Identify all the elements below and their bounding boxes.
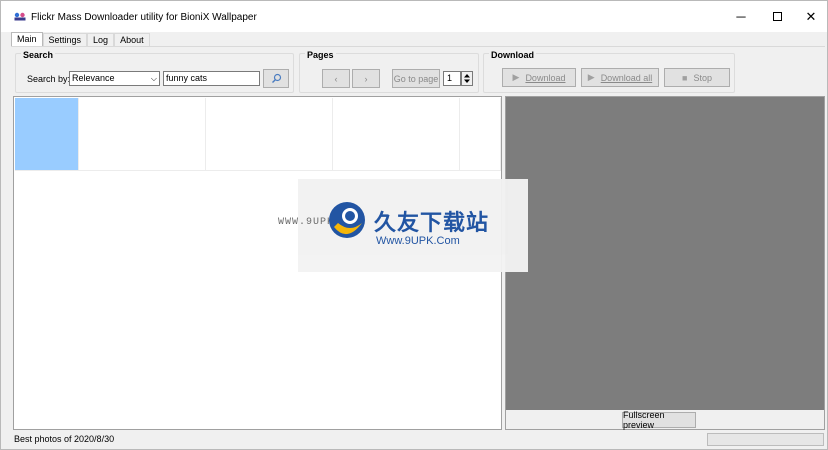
chevron-down-icon: ⌵	[150, 74, 157, 83]
minimize-button[interactable]: ─	[723, 1, 759, 32]
search-button[interactable]	[263, 69, 289, 88]
chevron-right-icon: ›	[364, 73, 368, 84]
download-group-title: Download	[489, 50, 536, 60]
preview-pane	[505, 96, 825, 430]
spinner-arrows-icon	[464, 74, 470, 83]
search-by-label: Search by:	[27, 74, 71, 84]
search-by-select[interactable]: Relevance ⌵	[69, 71, 160, 86]
thumbnail-8[interactable]	[460, 98, 501, 171]
thumbnail-6[interactable]	[333, 98, 397, 171]
stop-label: Stop	[693, 72, 712, 83]
download-button[interactable]: ▶ Download	[502, 68, 576, 87]
search-input[interactable]: funny cats	[163, 71, 260, 86]
title-bar: Flickr Mass Downloader utility for Bioni…	[1, 1, 827, 32]
status-text: Best photos of 2020/8/30	[14, 434, 115, 444]
go-to-page-label: Go to page	[393, 73, 439, 84]
close-icon: ✕	[805, 8, 817, 24]
chevron-left-icon: ‹	[334, 73, 338, 84]
download-all-button[interactable]: ▶ Download all	[581, 68, 659, 87]
thumbnail-3[interactable]	[142, 98, 206, 171]
app-window: Flickr Mass Downloader utility for Bioni…	[0, 0, 828, 450]
close-button[interactable]: ✕	[793, 1, 828, 32]
thumbnail-5[interactable]	[269, 98, 333, 171]
thumbnail-7[interactable]	[396, 98, 460, 171]
page-spinner[interactable]	[461, 71, 473, 86]
thumbnail-4[interactable]	[206, 98, 270, 171]
search-by-value: Relevance	[72, 73, 115, 83]
fullscreen-preview-button[interactable]: Fullscreen preview	[622, 410, 696, 430]
thumbnail-2[interactable]	[79, 98, 143, 171]
status-bar: Best photos of 2020/8/30	[1, 431, 827, 449]
page-number-input[interactable]: 1	[443, 71, 461, 86]
watermark-url: Www.9UPK.Com	[376, 235, 460, 247]
go-to-page-button[interactable]: Go to page	[392, 69, 440, 88]
tab-about[interactable]: About	[114, 33, 150, 47]
tab-strip: Main Settings Log About	[11, 32, 150, 47]
download-all-label: Download all	[600, 72, 653, 83]
app-icon	[14, 12, 26, 21]
watermark-chinese-text: 久友下载站	[374, 211, 490, 236]
search-group-title: Search	[21, 50, 56, 60]
tab-settings[interactable]: Settings	[42, 33, 88, 47]
progress-bar	[707, 433, 824, 446]
search-icon	[271, 73, 281, 83]
tab-main[interactable]: Main	[11, 32, 43, 47]
next-page-button[interactable]: ›	[352, 69, 380, 88]
prev-page-button[interactable]: ‹	[322, 69, 350, 88]
window-title: Flickr Mass Downloader utility for Bioni…	[31, 12, 257, 23]
maximize-icon	[772, 12, 782, 21]
watermark-overlay: WWW.9UPK.COM 久友下载站 Www.9UPK.Com	[278, 179, 528, 272]
watermark-logo-icon	[329, 202, 365, 238]
tab-log[interactable]: Log	[87, 33, 115, 47]
play-icon: ▶	[587, 72, 595, 82]
play-icon: ▶	[512, 72, 520, 82]
pages-group-title: Pages	[305, 50, 336, 60]
download-label: Download	[525, 72, 566, 83]
minimize-icon: ─	[736, 9, 746, 24]
thumbnail-1[interactable]	[15, 98, 79, 171]
stop-icon: ■	[682, 72, 688, 83]
stop-button[interactable]: ■ Stop	[664, 68, 730, 87]
maximize-button[interactable]	[759, 1, 795, 32]
